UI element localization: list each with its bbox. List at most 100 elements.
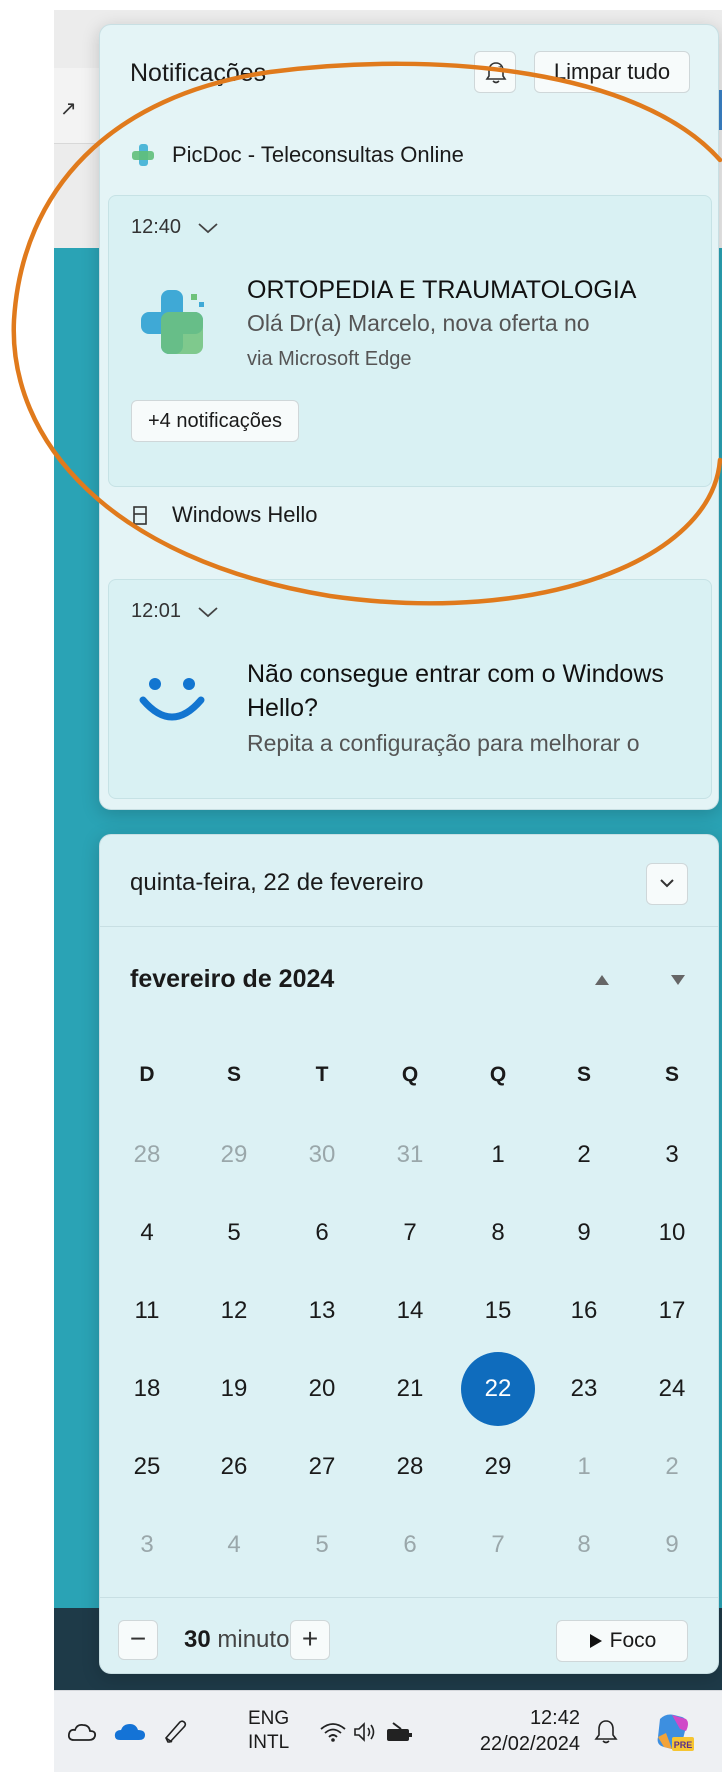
triangle-down-icon bbox=[671, 975, 685, 985]
calendar-day[interactable]: 9 bbox=[637, 1510, 707, 1580]
calendar-day[interactable]: 21 bbox=[375, 1354, 445, 1424]
notification-card-windows-hello[interactable]: 12:01 Não consegue entrar com o Windows … bbox=[108, 579, 712, 799]
calendar-day[interactable]: 29 bbox=[199, 1120, 269, 1190]
calendar-day[interactable]: 9 bbox=[549, 1198, 619, 1268]
calendar-day[interactable]: 5 bbox=[287, 1510, 357, 1580]
calendar-day[interactable]: 16 bbox=[549, 1276, 619, 1346]
windows-hello-icon bbox=[130, 502, 156, 528]
smiley-hello-icon bbox=[137, 672, 207, 733]
weekday-label: Q bbox=[401, 1063, 419, 1086]
calendar-day[interactable]: 10 bbox=[637, 1198, 707, 1268]
copilot-badge: PRE bbox=[674, 1740, 693, 1750]
calendar-day[interactable]: 6 bbox=[375, 1510, 445, 1580]
focus-button[interactable]: Foco bbox=[556, 1620, 688, 1662]
focus-button-label: Foco bbox=[609, 1629, 657, 1652]
previous-month-button[interactable] bbox=[594, 973, 610, 991]
app-header-picdoc[interactable]: PicDoc - Teleconsultas Online bbox=[130, 139, 464, 171]
weekday-label: Q bbox=[489, 1063, 507, 1086]
increase-focus-button[interactable]: + bbox=[290, 1620, 330, 1660]
calendar-day[interactable]: 13 bbox=[287, 1276, 357, 1346]
calendar-day[interactable]: 20 bbox=[287, 1354, 357, 1424]
clock-date: 22/02/2024 bbox=[479, 1733, 580, 1755]
calendar-day[interactable]: 30 bbox=[287, 1120, 357, 1190]
copilot-button[interactable]: PRE bbox=[648, 1691, 698, 1772]
decrease-focus-button[interactable]: − bbox=[118, 1620, 158, 1660]
calendar-day[interactable]: 24 bbox=[637, 1354, 707, 1424]
calendar-day[interactable]: 15 bbox=[463, 1276, 533, 1346]
calendar-date-header: quinta-feira, 22 de fevereiro bbox=[100, 835, 718, 927]
more-notifications-button[interactable]: +4 notificações bbox=[131, 400, 299, 442]
notification-center: Notificações z Limpar tudo PicDoc - Tele… bbox=[99, 24, 719, 810]
current-date-label: quinta-feira, 22 de fevereiro bbox=[130, 869, 424, 896]
notifications-button[interactable] bbox=[586, 1691, 626, 1772]
notification-time: 12:40 bbox=[131, 216, 219, 239]
quick-settings-button[interactable] bbox=[316, 1691, 416, 1772]
picdoc-app-icon bbox=[130, 142, 156, 168]
calendar-day[interactable]: 11 bbox=[112, 1276, 182, 1346]
battery-icon bbox=[387, 1722, 412, 1741]
weekday-label: T bbox=[315, 1063, 329, 1086]
calendar-day[interactable]: 3 bbox=[112, 1510, 182, 1580]
calendar-day[interactable]: 7 bbox=[463, 1510, 533, 1580]
clear-all-button[interactable]: Limpar tudo bbox=[534, 51, 690, 93]
calendar-day-today[interactable]: 22 bbox=[461, 1352, 535, 1426]
calendar-day[interactable]: 8 bbox=[463, 1198, 533, 1268]
weather-cloud-icon bbox=[67, 1723, 97, 1741]
picdoc-app-icon bbox=[137, 286, 209, 363]
calendar-day[interactable]: 4 bbox=[112, 1198, 182, 1268]
notification-heading-line1: Não consegue entrar com o Windows bbox=[247, 660, 664, 688]
calendar-day[interactable]: 28 bbox=[375, 1432, 445, 1502]
calendar-day[interactable]: 23 bbox=[549, 1354, 619, 1424]
chevron-down-icon[interactable] bbox=[197, 605, 219, 619]
taskbar: ENG INTL 12:42 22/02/2024 PRE bbox=[54, 1690, 722, 1772]
calendar-day[interactable]: 4 bbox=[199, 1510, 269, 1580]
clock[interactable]: 12:42 22/02/2024 bbox=[460, 1705, 580, 1757]
calendar-day[interactable]: 26 bbox=[199, 1432, 269, 1502]
calendar-day[interactable]: 2 bbox=[549, 1120, 619, 1190]
calendar-day[interactable]: 1 bbox=[463, 1120, 533, 1190]
calendar-day[interactable]: 2 bbox=[637, 1432, 707, 1502]
weather-button[interactable] bbox=[62, 1691, 102, 1772]
notification-heading-line2: Hello? bbox=[247, 694, 318, 722]
calendar-panel: quinta-feira, 22 de fevereiro fevereiro … bbox=[99, 834, 719, 1674]
calendar-day[interactable]: 31 bbox=[375, 1120, 445, 1190]
keyboard-layout: INTL bbox=[248, 1732, 290, 1753]
bell-icon bbox=[594, 1720, 618, 1744]
calendar-day[interactable]: 17 bbox=[637, 1276, 707, 1346]
calendar-day[interactable]: 7 bbox=[375, 1198, 445, 1268]
input-language-indicator[interactable]: ENG INTL bbox=[248, 1707, 289, 1755]
calendar-day[interactable]: 6 bbox=[287, 1198, 357, 1268]
next-month-button[interactable] bbox=[670, 973, 686, 991]
month-label: fevereiro de 2024 bbox=[130, 965, 335, 993]
calendar-day[interactable]: 3 bbox=[637, 1120, 707, 1190]
calendar-day[interactable]: 28 bbox=[112, 1120, 182, 1190]
calendar-day[interactable]: 5 bbox=[199, 1198, 269, 1268]
calendar-day[interactable]: 18 bbox=[112, 1354, 182, 1424]
app-header-windows-hello[interactable]: Windows Hello bbox=[130, 499, 318, 531]
notification-body: Olá Dr(a) Marcelo, nova oferta no bbox=[247, 310, 590, 336]
onedrive-button[interactable] bbox=[110, 1691, 150, 1772]
notification-via: via Microsoft Edge bbox=[247, 348, 412, 370]
pen-menu-button[interactable] bbox=[156, 1691, 196, 1772]
chevron-down-icon[interactable] bbox=[197, 221, 219, 235]
focus-duration: 30 minutos bbox=[184, 1626, 301, 1654]
notification-card-picdoc[interactable]: 12:40 ORTOPEDIA E TRAUMATOLOGIA Olá Dr(a… bbox=[108, 195, 712, 487]
focus-session-bar: − 30 minutos + Foco bbox=[100, 1597, 718, 1673]
snooze-button[interactable]: z bbox=[474, 51, 516, 93]
weekday-label: D bbox=[139, 1063, 155, 1086]
calendar-day[interactable]: 25 bbox=[112, 1432, 182, 1502]
calendar-day[interactable]: 19 bbox=[199, 1354, 269, 1424]
calendar-day[interactable]: 12 bbox=[199, 1276, 269, 1346]
calendar-day[interactable]: 29 bbox=[463, 1432, 533, 1502]
triangle-up-icon bbox=[595, 975, 609, 985]
collapse-calendar-button[interactable] bbox=[646, 863, 688, 905]
calendar-day[interactable]: 1 bbox=[549, 1432, 619, 1502]
svg-text:z: z bbox=[498, 65, 502, 72]
notification-heading: ORTOPEDIA E TRAUMATOLOGIA bbox=[247, 276, 637, 304]
time-label: 12:01 bbox=[131, 600, 182, 622]
calendar-day[interactable]: 27 bbox=[287, 1432, 357, 1502]
notification-time: 12:01 bbox=[131, 600, 219, 623]
calendar-day[interactable]: 14 bbox=[375, 1276, 445, 1346]
clock-time: 12:42 bbox=[529, 1707, 580, 1729]
calendar-day[interactable]: 8 bbox=[549, 1510, 619, 1580]
